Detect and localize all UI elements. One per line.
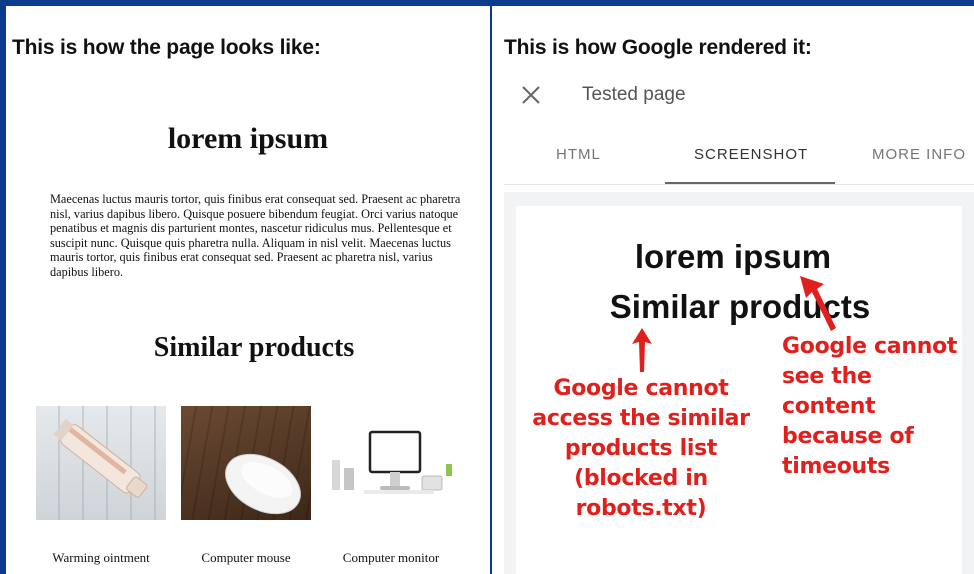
- left-panel: This is how the page looks like: lorem i…: [6, 6, 490, 574]
- right-panel-caption: This is how Google rendered it:: [504, 36, 812, 59]
- ointment-tube-illustration: [53, 418, 148, 498]
- similar-products-heading: Similar products: [153, 332, 355, 363]
- computer-monitor-illustration: [332, 430, 452, 494]
- monitor-product-image[interactable]: [326, 406, 456, 520]
- arrow-up-left-icon: [800, 276, 836, 331]
- right-panel: This is how Google rendered it: Tested p…: [492, 6, 974, 574]
- computer-mouse-illustration: [225, 453, 301, 515]
- tab-html[interactable]: HTML: [556, 146, 601, 163]
- page-paragraph: Maecenas luctus mauris tortor, quis fini…: [50, 192, 461, 279]
- product-name-mouse[interactable]: Computer mouse: [176, 550, 316, 566]
- ointment-product-image[interactable]: [36, 406, 166, 520]
- rendered-page-title: lorem ipsum: [634, 238, 832, 275]
- robots-blocked-annotation: Google cannot access the similar product…: [532, 376, 750, 521]
- rendered-similar-products-heading: Similar products: [609, 288, 871, 325]
- product-name-ointment[interactable]: Warming ointment: [31, 550, 171, 566]
- tab-more-info[interactable]: MORE INFO: [872, 146, 966, 163]
- dialog-title: Tested page: [582, 84, 686, 105]
- page-title: lorem ipsum: [167, 122, 329, 155]
- active-tab-indicator: [665, 182, 835, 184]
- left-panel-caption: This is how the page looks like:: [12, 36, 321, 59]
- arrow-up-icon: [632, 328, 652, 372]
- tabs-divider: [504, 184, 974, 185]
- timeouts-annotation: Google cannot see the content because of…: [782, 334, 958, 479]
- tab-screenshot[interactable]: SCREENSHOT: [694, 146, 808, 163]
- mouse-product-image[interactable]: [181, 406, 311, 520]
- close-icon[interactable]: [516, 80, 546, 110]
- product-name-monitor[interactable]: Computer monitor: [321, 550, 461, 566]
